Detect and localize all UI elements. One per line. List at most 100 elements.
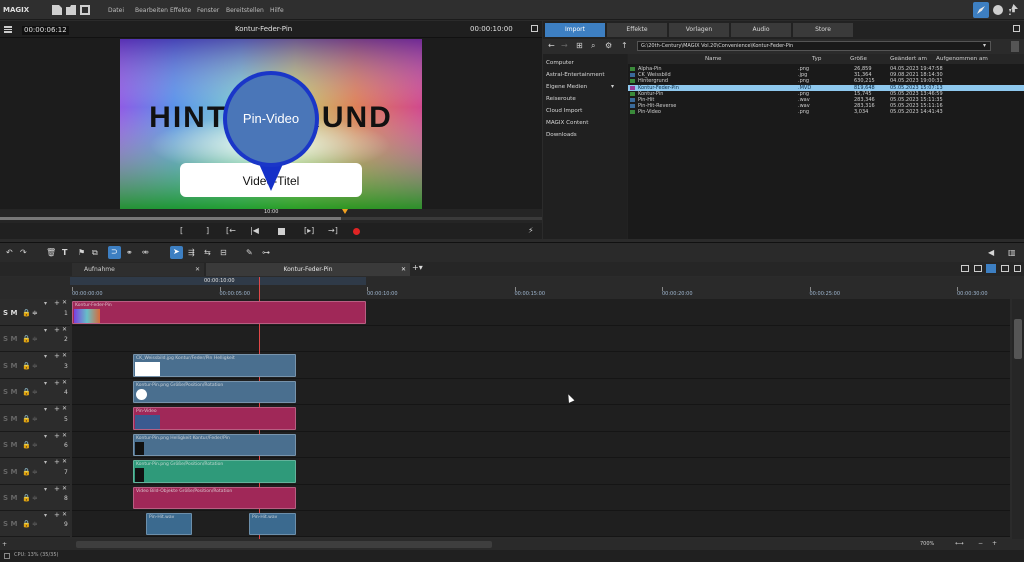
track-lane[interactable] xyxy=(72,511,1010,537)
speaker-icon[interactable]: ◀ xyxy=(988,248,994,257)
previous-marker-button[interactable]: |◀ xyxy=(250,226,259,235)
gear-icon[interactable]: ⚙ xyxy=(605,42,612,50)
timeline-clip[interactable]: Video Bild-Objekte Größe/Position/Rotati… xyxy=(133,487,296,509)
volume-icon[interactable]: ≑ xyxy=(32,415,38,423)
close-tab-icon[interactable]: ✕ xyxy=(195,263,200,276)
tab-vorlagen[interactable]: Vorlagen xyxy=(669,23,729,37)
go-to-in-button[interactable]: [← xyxy=(226,226,236,235)
meters-icon[interactable]: ▥ xyxy=(1008,248,1016,257)
track-menu-icon[interactable]: ▾ xyxy=(44,406,47,413)
magnet-snap-button[interactable]: ⊃ xyxy=(108,246,121,259)
lock-icon[interactable]: 🔒 xyxy=(22,468,31,476)
marker-flag-icon[interactable]: ⚑ xyxy=(78,248,85,257)
range-mode-icon[interactable]: ⊟ xyxy=(220,248,227,257)
menu-hilfe[interactable]: Hilfe xyxy=(270,7,284,14)
next-marker-button[interactable]: →] xyxy=(328,226,338,235)
volume-icon[interactable]: ≑ xyxy=(32,441,38,449)
preview-scrub-ruler[interactable]: 10:00 xyxy=(0,209,542,223)
track-menu-icon[interactable]: ▾ xyxy=(44,512,47,519)
link-icon[interactable]: ⚭ xyxy=(126,248,133,257)
zoom-out-icon[interactable]: − xyxy=(978,541,983,547)
lock-icon[interactable]: 🔒 xyxy=(22,335,31,343)
record-dial-icon[interactable] xyxy=(993,5,1003,15)
track-header[interactable]: S M 🔒 ≑ ▾ + ✕ 3 xyxy=(0,352,70,379)
solo-mute-toggle[interactable]: S M xyxy=(3,309,17,317)
multi-track-mode-icon[interactable]: ⇶ xyxy=(188,248,195,257)
close-tab-icon[interactable]: ✕ xyxy=(401,263,406,276)
expand-chevron-icon[interactable]: ▾ xyxy=(611,84,614,90)
scene-view-icon[interactable] xyxy=(974,265,982,272)
solo-mute-toggle[interactable]: S M xyxy=(3,415,17,423)
preview-scrub-bar[interactable] xyxy=(0,217,542,220)
track-menu-icon[interactable]: ▾ xyxy=(44,353,47,360)
menu-effekte[interactable]: Effekte xyxy=(170,7,191,14)
open-folder-icon[interactable] xyxy=(66,5,76,15)
timeline-clip[interactable]: Kontur-Feder-Pin xyxy=(72,301,366,324)
tab-audio[interactable]: Audio xyxy=(731,23,791,37)
mark-in-button[interactable]: [ xyxy=(180,226,183,235)
menu-bereitstellen[interactable]: Bereitstellen xyxy=(226,7,264,14)
add-track-icon[interactable]: + xyxy=(54,458,60,466)
vertical-scroll-thumb[interactable] xyxy=(1014,319,1022,359)
solo-mute-toggle[interactable]: S M xyxy=(3,335,17,343)
track-header[interactable]: S M 🔒 ≑ ▾ + ✕ 4 xyxy=(0,379,70,405)
track-header[interactable]: S M 🔒 ≑ ▾ + ✕ 9 xyxy=(0,511,70,537)
column-type[interactable]: Typ xyxy=(812,56,821,62)
chevron-down-icon[interactable]: ▾ xyxy=(983,43,986,49)
stretch-mode-icon[interactable]: ⇆ xyxy=(204,248,211,257)
hamburger-menu-icon[interactable] xyxy=(4,26,12,33)
search-icon[interactable]: ⌕ xyxy=(591,42,595,50)
pointer-mode-button[interactable]: ➤ xyxy=(170,246,183,259)
track-menu-icon[interactable]: ▾ xyxy=(44,486,47,493)
track-header[interactable]: S M 🔒 ≑ ▾ + ✕ 2 xyxy=(0,326,70,352)
tab-aufnahme[interactable]: Aufnahme ✕ xyxy=(72,263,204,276)
column-size[interactable]: Größe xyxy=(850,56,867,62)
horizontal-scroll-thumb[interactable] xyxy=(76,541,492,548)
track-menu-icon[interactable]: ▾ xyxy=(44,300,47,307)
column-name[interactable]: Name xyxy=(705,56,722,62)
solo-mute-toggle[interactable]: S M xyxy=(3,468,17,476)
close-track-icon[interactable]: ✕ xyxy=(62,432,67,439)
volume-icon[interactable]: ≑ xyxy=(32,309,38,317)
new-file-icon[interactable] xyxy=(52,5,62,15)
forward-arrow-icon[interactable]: → xyxy=(561,42,568,50)
path-field[interactable]: G:\20th-Century\MAGIX Vol.20\Convenience… xyxy=(637,41,991,51)
zoom-in-icon[interactable]: + xyxy=(992,541,997,547)
mixer-icon[interactable]: ⊶ xyxy=(262,248,270,257)
timeline-clip[interactable]: Kontur-Pin.png Größe/Position/Rotation xyxy=(133,381,296,403)
horizontal-scrollbar[interactable]: + 700% ⟷ − + xyxy=(0,539,1024,550)
tab-store[interactable]: Store xyxy=(793,23,853,37)
close-track-icon[interactable]: ✕ xyxy=(62,485,67,492)
track-header[interactable]: S M 🔒 ≑ ▾ + ✕ 7 xyxy=(0,458,70,485)
audio-scrub-icon[interactable]: ⚡ xyxy=(528,226,534,235)
tab-import[interactable]: Import xyxy=(545,23,605,37)
maximize-timeline-icon[interactable] xyxy=(1014,265,1021,272)
file-row[interactable]: Pin-Video .png 3,034 05.05.2023 14:41:43 xyxy=(628,109,1024,115)
add-track-icon[interactable]: + xyxy=(2,541,7,548)
solo-mute-toggle[interactable]: S M xyxy=(3,388,17,396)
save-icon[interactable] xyxy=(80,5,90,15)
tab-kontur-feder-pin[interactable]: Kontur-Feder-Pin ✕ xyxy=(206,263,410,276)
go-to-out-button[interactable]: [▸] xyxy=(304,226,314,235)
nav-computer[interactable]: Computer xyxy=(546,60,574,66)
list-view-icon[interactable] xyxy=(1001,265,1009,272)
close-track-icon[interactable]: ✕ xyxy=(62,299,67,306)
track-lane[interactable] xyxy=(72,326,1010,352)
track-header[interactable]: S M 🔒 ≑ ▾ + ✕ 5 xyxy=(0,405,70,432)
timeline-view-button[interactable] xyxy=(986,264,996,273)
add-track-icon[interactable]: + xyxy=(54,352,60,360)
group-icon[interactable]: ⧉ xyxy=(92,248,98,258)
menu-datei[interactable]: Datei xyxy=(108,7,124,14)
add-tab-icon[interactable]: +▾ xyxy=(412,263,423,272)
timeline-clip[interactable]: CK_Weissbild.jpg Kontur/Feder/Pin Hellig… xyxy=(133,354,296,377)
add-track-icon[interactable]: + xyxy=(54,432,60,440)
playhead-marker[interactable] xyxy=(342,209,348,214)
nav-reiseroute[interactable]: Reiseroute xyxy=(546,96,576,102)
nav-magix-content[interactable]: MAGIX Content xyxy=(546,120,588,126)
nav-cloud-import[interactable]: Cloud Import xyxy=(546,108,582,114)
unlink-icon[interactable]: ⚮ xyxy=(142,248,149,257)
volume-icon[interactable]: ≑ xyxy=(32,520,38,528)
zoom-level[interactable]: 700% xyxy=(920,542,934,547)
stop-button[interactable] xyxy=(278,228,285,235)
nav-downloads[interactable]: Downloads xyxy=(546,132,577,138)
